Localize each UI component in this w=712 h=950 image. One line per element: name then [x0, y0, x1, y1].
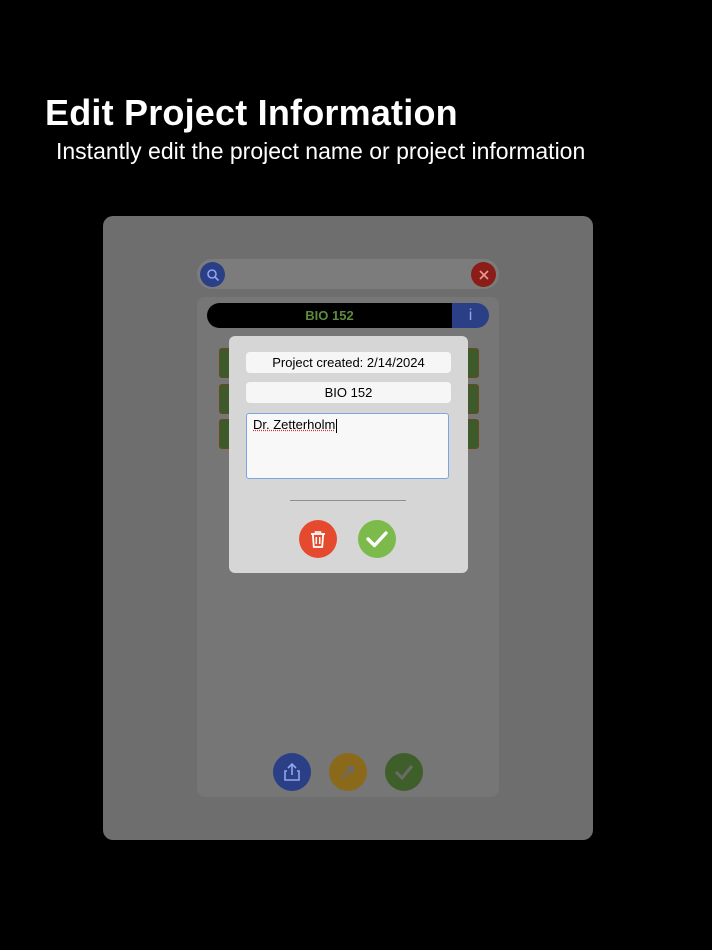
promo-headline: Edit Project Information — [45, 92, 458, 133]
microphone-icon — [341, 765, 355, 779]
checkmark-icon — [366, 531, 388, 548]
search-bar[interactable] — [197, 259, 499, 289]
voice-input-button[interactable] — [329, 753, 367, 791]
delete-button[interactable] — [299, 520, 337, 558]
share-button[interactable] — [273, 753, 311, 791]
promo-subheadline: Instantly edit the project name or proje… — [56, 138, 586, 164]
close-icon — [478, 269, 489, 280]
close-button[interactable] — [471, 262, 496, 287]
done-button[interactable] — [385, 753, 423, 791]
trash-icon — [311, 531, 325, 548]
project-created-label: Project created: 2/14/2024 — [246, 352, 451, 373]
dialog-divider — [290, 500, 406, 501]
project-notes-field[interactable]: Dr. Zetterholm — [246, 413, 449, 479]
project-name-field[interactable]: BIO 152 — [246, 382, 451, 403]
share-icon — [284, 762, 300, 781]
search-icon — [206, 268, 219, 281]
project-title: BIO 152 — [305, 308, 354, 323]
info-button[interactable]: i — [452, 303, 489, 328]
text-cursor — [336, 418, 338, 433]
checkmark-icon — [394, 765, 414, 780]
confirm-button[interactable] — [358, 520, 396, 558]
search-button[interactable] — [200, 262, 225, 287]
project-notes-text: Dr. Zetterholm — [253, 417, 336, 432]
project-title-bar[interactable]: BIO 152 — [207, 303, 452, 328]
